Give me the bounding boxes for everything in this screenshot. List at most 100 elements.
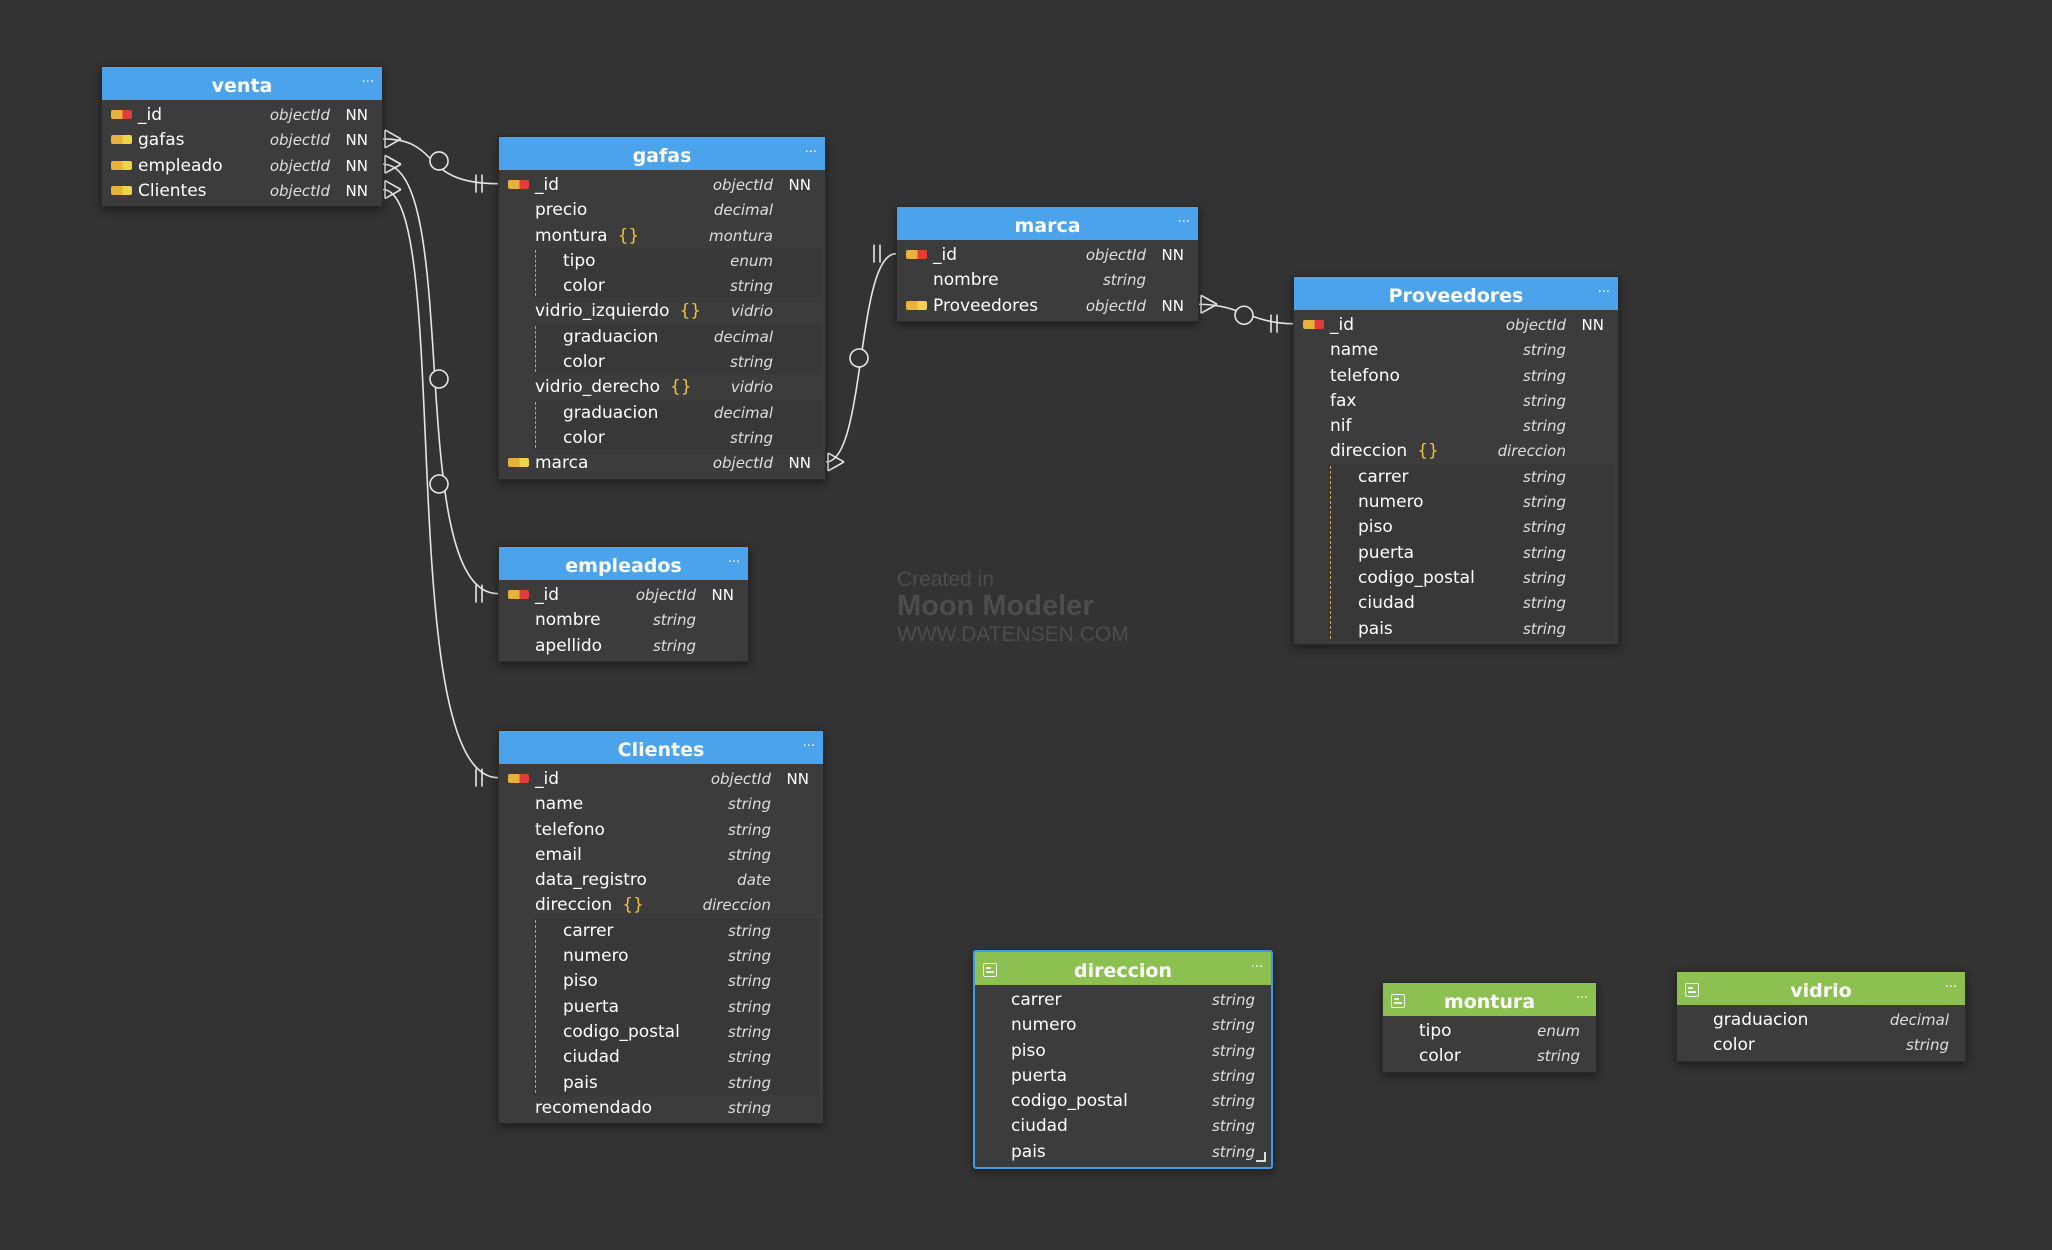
- field-row[interactable]: name string: [499, 791, 823, 816]
- field-row[interactable]: direccion {} direccion: [1294, 438, 1618, 463]
- field-row[interactable]: gafas objectId NN: [102, 127, 382, 152]
- field-row[interactable]: _id objectId NN: [1294, 312, 1618, 337]
- field-name-text: puerta: [563, 996, 620, 1017]
- field-row[interactable]: puerta string: [1294, 540, 1618, 565]
- field-row[interactable]: piso string: [975, 1038, 1271, 1063]
- entity-header[interactable]: venta ···: [102, 67, 382, 100]
- not-null-flag: NN: [1581, 316, 1604, 334]
- field-row[interactable]: montura {} montura: [499, 223, 825, 248]
- field-row[interactable]: _id objectId NN: [499, 766, 823, 791]
- field-type: string: [1211, 1016, 1255, 1035]
- field-name-text: nif: [1330, 416, 1352, 437]
- field-row[interactable]: piso string: [1294, 514, 1618, 539]
- more-options-icon[interactable]: ···: [1598, 280, 1610, 306]
- field-row[interactable]: nif string: [1294, 413, 1618, 438]
- resize-handle[interactable]: [1256, 1152, 1266, 1163]
- entity-header[interactable]: vidrio ···: [1677, 972, 1965, 1005]
- entity-header[interactable]: empleados ···: [499, 547, 748, 580]
- field-row[interactable]: color string: [499, 273, 825, 298]
- field-row[interactable]: pais string: [499, 1070, 823, 1095]
- field-row[interactable]: color string: [1383, 1043, 1596, 1068]
- field-row[interactable]: piso string: [499, 968, 823, 993]
- entity-direccion[interactable]: direccion ··· carrer string numero string piso…: [973, 950, 1273, 1170]
- field-row[interactable]: graduacion decimal: [1677, 1007, 1965, 1032]
- field-row[interactable]: Clientes objectId NN: [102, 178, 382, 203]
- field-row[interactable]: Proveedores objectId NN: [897, 293, 1198, 318]
- entity-vidrio[interactable]: vidrio ··· graduacion decimal color string: [1676, 971, 1966, 1062]
- field-row[interactable]: color string: [1677, 1032, 1965, 1057]
- entity-header[interactable]: marca ···: [897, 207, 1198, 240]
- more-options-icon[interactable]: ···: [1251, 955, 1263, 981]
- entity-header[interactable]: gafas ···: [499, 137, 825, 170]
- field-row[interactable]: tipo enum: [499, 248, 825, 273]
- field-name: carrer: [563, 921, 614, 941]
- field-row[interactable]: name string: [1294, 337, 1618, 362]
- diagram-canvas[interactable]: Created in Moon Modeler WWW.DATENSEN.COM…: [0, 0, 2052, 1250]
- field-row[interactable]: codigo_postal string: [1294, 565, 1618, 590]
- more-options-icon[interactable]: ···: [362, 70, 374, 96]
- entity-empleados[interactable]: empleados ··· _id objectId NN nombre string ape…: [498, 546, 749, 662]
- field-row[interactable]: direccion {} direccion: [499, 892, 823, 917]
- entity-header[interactable]: Proveedores ···: [1294, 277, 1618, 310]
- field-row[interactable]: color string: [499, 425, 825, 450]
- field-row[interactable]: _id objectId NN: [499, 582, 748, 607]
- more-options-icon[interactable]: ···: [1945, 975, 1957, 1001]
- field-row[interactable]: ciudad string: [975, 1113, 1271, 1138]
- field-row[interactable]: ciudad string: [1294, 590, 1618, 615]
- field-row[interactable]: pais string: [1294, 616, 1618, 641]
- more-options-icon[interactable]: ···: [1576, 986, 1588, 1012]
- field-row[interactable]: data_registro date: [499, 867, 823, 892]
- field-row[interactable]: vidrio_izquierdo {} vidrio: [499, 298, 825, 323]
- field-row[interactable]: numero string: [975, 1012, 1271, 1037]
- field-name-text: _id: [535, 175, 560, 195]
- field-row[interactable]: graduacion decimal: [499, 400, 825, 425]
- more-options-icon[interactable]: ···: [803, 734, 815, 760]
- more-options-icon[interactable]: ···: [728, 550, 740, 576]
- entity-header[interactable]: direccion ···: [975, 952, 1271, 985]
- field-row[interactable]: fax string: [1294, 388, 1618, 413]
- field-row[interactable]: telefono string: [499, 817, 823, 842]
- entity-header[interactable]: montura ···: [1383, 983, 1596, 1016]
- field-type: string: [1522, 391, 1566, 410]
- field-row[interactable]: tipo enum: [1383, 1018, 1596, 1043]
- more-options-icon[interactable]: ···: [805, 140, 817, 166]
- field-row[interactable]: recomendado string: [499, 1095, 823, 1120]
- field-row[interactable]: puerta string: [975, 1063, 1271, 1088]
- field-row[interactable]: ciudad string: [499, 1044, 823, 1069]
- field-row[interactable]: codigo_postal string: [975, 1088, 1271, 1113]
- field-row[interactable]: nombre string: [499, 607, 748, 632]
- field-row[interactable]: vidrio_derecho {} vidrio: [499, 374, 825, 399]
- field-row[interactable]: carrer string: [975, 987, 1271, 1012]
- field-name-text: graduacion: [563, 402, 659, 423]
- field-row[interactable]: precio decimal: [499, 197, 825, 222]
- field-row[interactable]: empleado objectId NN: [102, 153, 382, 178]
- field-row[interactable]: puerta string: [499, 994, 823, 1019]
- field-row[interactable]: _id objectId NN: [897, 242, 1198, 267]
- field-row[interactable]: carrer string: [1294, 464, 1618, 489]
- field-row[interactable]: numero string: [499, 943, 823, 968]
- field-type: string: [727, 972, 771, 991]
- field-row[interactable]: color string: [499, 349, 825, 374]
- field-row[interactable]: apellido string: [499, 633, 748, 658]
- field-row[interactable]: pais string: [975, 1139, 1271, 1164]
- field-row[interactable]: nombre string: [897, 267, 1198, 292]
- entity-venta[interactable]: venta ··· _id objectId NN gafas objectId NN empl…: [101, 66, 383, 208]
- entity-montura[interactable]: montura ··· tipo enum color string: [1382, 982, 1597, 1073]
- entity-header[interactable]: Clientes ···: [499, 731, 823, 764]
- entity-gafas[interactable]: gafas ··· _id objectId NN precio decimal montur…: [498, 136, 826, 480]
- field-row[interactable]: carrer string: [499, 918, 823, 943]
- entity-marca[interactable]: marca ··· _id objectId NN nombre string Proveed…: [896, 206, 1199, 322]
- foreign-key-icon: [111, 160, 132, 170]
- entity-proveedores[interactable]: Proveedores ··· _id objectId NN name string tel…: [1293, 276, 1619, 645]
- field-row[interactable]: _id objectId NN: [102, 102, 382, 127]
- field-row[interactable]: telefono string: [1294, 363, 1618, 388]
- field-row[interactable]: codigo_postal string: [499, 1019, 823, 1044]
- field-name-text: _id: [535, 585, 560, 605]
- field-row[interactable]: numero string: [1294, 489, 1618, 514]
- field-row[interactable]: email string: [499, 842, 823, 867]
- field-row[interactable]: graduacion decimal: [499, 324, 825, 349]
- entity-clientes[interactable]: Clientes ··· _id objectId NN name string telefo…: [498, 730, 824, 1125]
- field-row[interactable]: _id objectId NN: [499, 172, 825, 197]
- more-options-icon[interactable]: ···: [1178, 210, 1190, 236]
- field-row[interactable]: marca objectId NN: [499, 450, 825, 475]
